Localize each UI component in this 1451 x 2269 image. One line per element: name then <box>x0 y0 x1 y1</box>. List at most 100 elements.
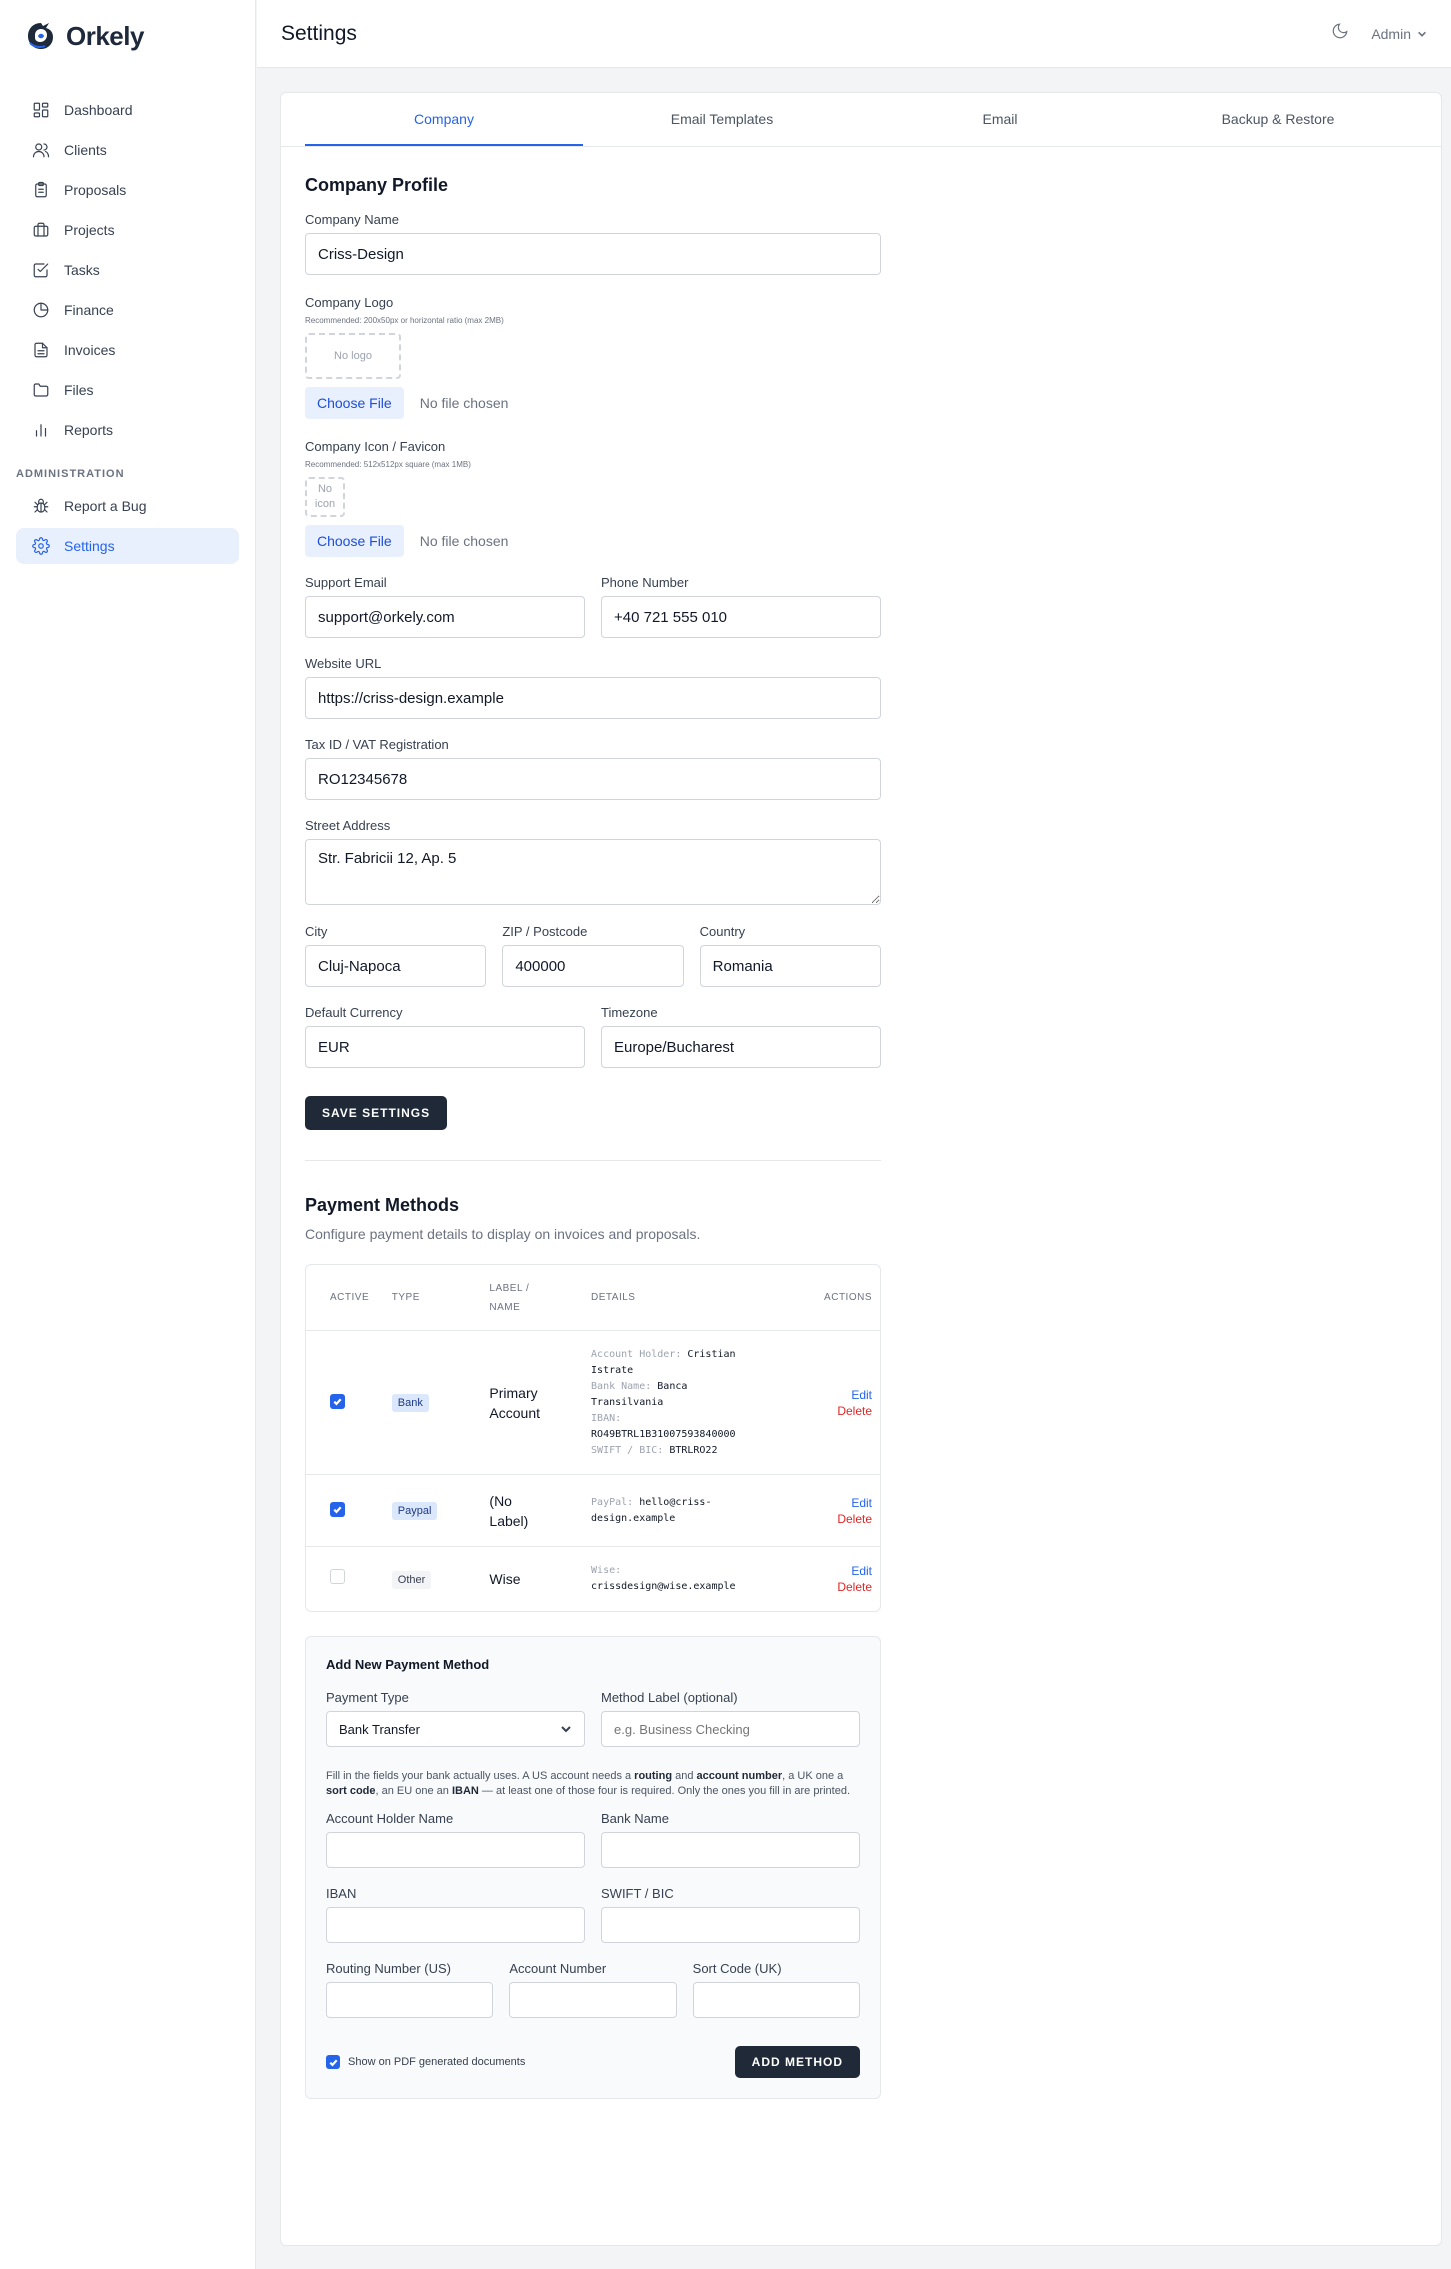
routing-label: Routing Number (US) <box>326 1961 451 1976</box>
zip-input[interactable] <box>502 945 684 987</box>
table-header: ACTIVE TYPE LABEL / NAME DETAILS ACTIONS <box>306 1265 880 1331</box>
company-icon-label: Company Icon / Favicon <box>305 439 446 454</box>
briefcase-icon <box>33 222 49 237</box>
sidebar-item-tasks[interactable]: Tasks <box>16 252 239 288</box>
bank-name-label: Bank Name <box>601 1811 669 1826</box>
dark-mode-toggle[interactable] <box>1331 22 1349 45</box>
tab-company[interactable]: Company <box>305 93 583 146</box>
payment-methods-table: ACTIVE TYPE LABEL / NAME DETAILS ACTIONS … <box>305 1264 881 1612</box>
add-payment-method-panel: Add New Payment Method Payment Type Bank… <box>305 1636 881 2099</box>
iban-label: IBAN <box>326 1886 357 1901</box>
support-email-label: Support Email <box>305 575 387 590</box>
folder-icon <box>33 383 49 397</box>
city-input[interactable] <box>305 945 487 987</box>
show-on-pdf-checkbox[interactable] <box>326 2055 340 2069</box>
payment-methods-title: Payment Methods <box>305 1195 460 1215</box>
active-checkbox[interactable] <box>330 1501 345 1517</box>
holder-name-input[interactable] <box>326 1832 585 1868</box>
tab-backup-restore[interactable]: Backup & Restore <box>1139 93 1417 146</box>
company-name-label: Company Name <box>305 212 399 227</box>
sidebar-item-label: Reports <box>64 422 114 438</box>
website-label: Website URL <box>305 656 382 671</box>
tab-email-templates[interactable]: Email Templates <box>583 93 861 146</box>
save-settings-button[interactable]: SAVE SETTINGS <box>305 1096 448 1130</box>
show-on-pdf-option[interactable]: Show on PDF generated documents <box>326 2055 525 2069</box>
street-address-label: Street Address <box>305 818 391 833</box>
payment-methods-subtitle: Configure payment details to display on … <box>305 1226 701 1242</box>
user-menu[interactable]: Admin <box>1371 26 1427 42</box>
sidebar-item-invoices[interactable]: Invoices <box>16 332 239 368</box>
support-email-input[interactable] <box>305 596 585 638</box>
delete-link[interactable]: Delete <box>796 1511 872 1527</box>
table-row: Paypal (No Label) PayPal: hello@criss-des… <box>306 1475 880 1547</box>
check-icon <box>333 1398 342 1405</box>
country-input[interactable] <box>699 945 881 987</box>
check-square-icon <box>33 263 49 278</box>
sort-code-input[interactable] <box>692 1982 860 2018</box>
routing-input[interactable] <box>326 1982 494 2018</box>
bank-name-input[interactable] <box>601 1832 860 1868</box>
logo-choose-file-button[interactable]: Choose File <box>305 387 404 419</box>
bank-fields-help: Fill in the fields your bank actually us… <box>326 1770 851 1797</box>
active-checkbox[interactable] <box>330 1569 345 1584</box>
brand[interactable]: Orkely <box>0 0 255 72</box>
bar-chart-icon <box>35 424 47 437</box>
method-label-label: Method Label (optional) <box>601 1690 738 1705</box>
payment-type-select[interactable]: Bank Transfer <box>326 1711 585 1747</box>
sidebar-item-report-bug[interactable]: Report a Bug <box>16 488 239 524</box>
gear-icon <box>32 537 50 555</box>
country-label: Country <box>699 924 746 939</box>
method-details: Account Holder: Cristian Istrate Bank Nam… <box>591 1348 736 1456</box>
sidebar-item-proposals[interactable]: Proposals <box>16 172 239 208</box>
sidebar-item-label: Report a Bug <box>64 498 147 514</box>
show-on-pdf-label: Show on PDF generated documents <box>348 2056 526 2068</box>
delete-link[interactable]: Delete <box>796 1403 872 1419</box>
edit-link[interactable]: Edit <box>796 1495 872 1511</box>
table-row: Bank Primary Account Account Holder: Cris… <box>306 1331 880 1475</box>
edit-link[interactable]: Edit <box>796 1387 872 1403</box>
file-icon <box>34 342 48 358</box>
column-header-details: DETAILS <box>591 1291 636 1303</box>
timezone-label: Timezone <box>601 1005 658 1020</box>
type-badge: Bank <box>391 1394 429 1412</box>
users-icon <box>32 143 50 158</box>
sidebar-item-projects[interactable]: Projects <box>16 212 239 248</box>
website-input[interactable] <box>305 677 881 719</box>
tab-email[interactable]: Email <box>861 93 1139 146</box>
sidebar-item-clients[interactable]: Clients <box>16 132 239 168</box>
sidebar-item-reports[interactable]: Reports <box>16 412 239 448</box>
delete-link[interactable]: Delete <box>796 1579 872 1595</box>
sidebar-item-files[interactable]: Files <box>16 372 239 408</box>
chevron-down-icon <box>1418 31 1426 37</box>
company-logo-hint: Recommended: 200x50px or horizontal rati… <box>305 316 504 325</box>
street-address-input[interactable]: Str. Fabricii 12, Ap. 5 <box>305 839 881 905</box>
active-checkbox[interactable] <box>330 1393 345 1409</box>
dashboard-icon <box>33 102 49 118</box>
moon-icon <box>1332 23 1348 39</box>
edit-link[interactable]: Edit <box>796 1563 872 1579</box>
icon-choose-file-button[interactable]: Choose File <box>305 525 404 557</box>
account-number-input[interactable] <box>509 1982 677 2018</box>
logo-preview: No logo <box>305 333 401 379</box>
phone-input[interactable] <box>601 596 881 638</box>
sidebar-item-dashboard[interactable]: Dashboard <box>16 92 239 128</box>
method-label-input[interactable] <box>601 1711 860 1747</box>
swift-label: SWIFT / BIC <box>601 1886 674 1901</box>
icon-file-status: No file chosen <box>419 533 509 549</box>
icon-placeholder-line1: No <box>317 483 333 495</box>
add-method-button[interactable]: ADD METHOD <box>734 2046 860 2078</box>
iban-input[interactable] <box>326 1907 585 1943</box>
check-icon <box>329 2059 338 2066</box>
company-name-input[interactable] <box>305 233 881 275</box>
sidebar-item-label: Tasks <box>64 262 100 278</box>
currency-input[interactable] <box>305 1026 585 1068</box>
sidebar-item-label: Clients <box>64 142 107 158</box>
sidebar-item-finance[interactable]: Finance <box>16 292 239 328</box>
sidebar-item-settings[interactable]: Settings <box>16 528 239 564</box>
type-badge: Other <box>391 1570 432 1589</box>
payment-type-label: Payment Type <box>326 1690 409 1705</box>
tax-id-input[interactable] <box>305 758 881 800</box>
timezone-input[interactable] <box>601 1026 881 1068</box>
swift-input[interactable] <box>601 1907 860 1943</box>
settings-card: Company Email Templates Email Backup & R… <box>280 92 1442 2246</box>
